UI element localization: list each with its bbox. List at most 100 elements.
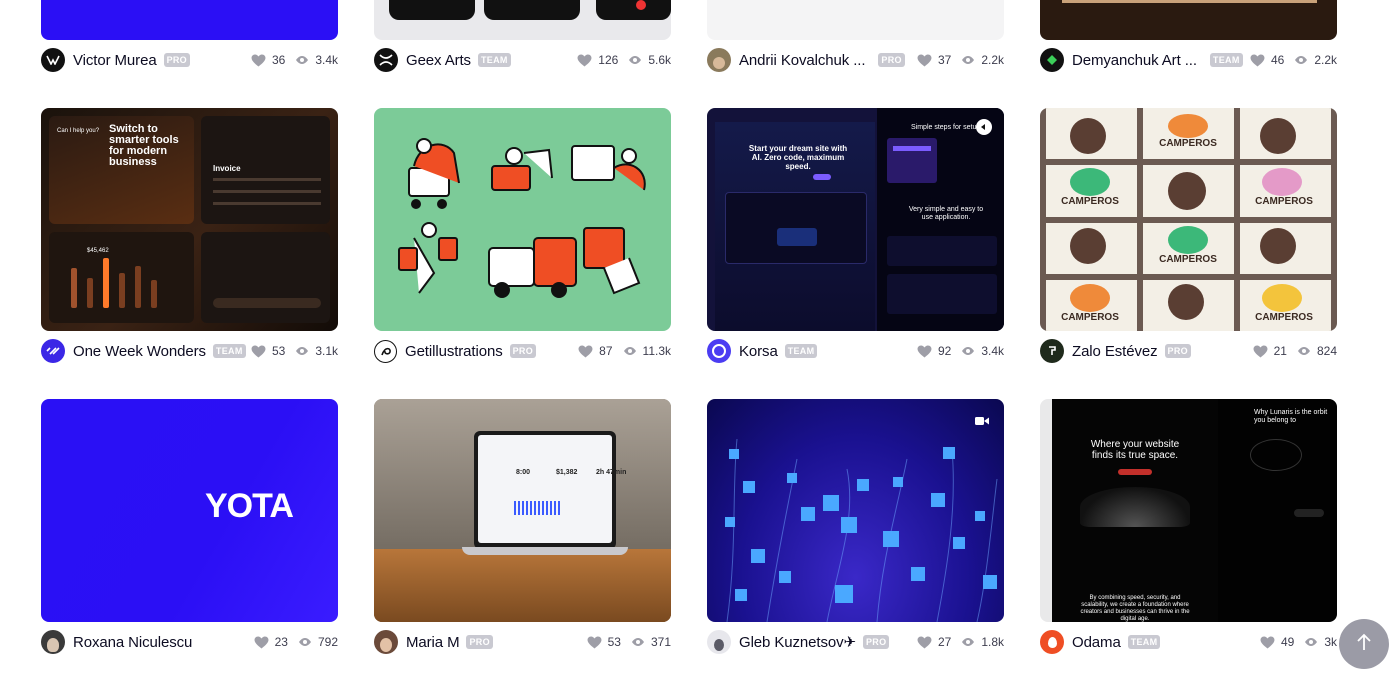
shot-thumbnail[interactable] (374, 108, 671, 331)
author-name[interactable]: Victor Murea (73, 52, 157, 69)
cubes-artwork (725, 438, 998, 622)
laptop-stat: 2h 47min (596, 469, 627, 476)
pro-badge: PRO (163, 53, 190, 67)
avatar[interactable] (41, 48, 65, 72)
scroll-to-top-button[interactable] (1339, 619, 1389, 669)
author-name[interactable]: Roxana Niculescu (73, 634, 192, 651)
view-count: 11.3k (642, 344, 671, 358)
view-count: 2.2k (981, 53, 1004, 67)
eye-icon (961, 346, 975, 356)
shot-meta: Victor Murea PRO 36 3.4k (41, 47, 338, 73)
like-count: 36 (271, 53, 286, 67)
avatar[interactable] (1040, 48, 1064, 72)
shot-thumbnail[interactable]: Start your dream site with AI. Zero code… (707, 108, 1004, 331)
heart-icon[interactable] (1250, 53, 1265, 67)
pro-badge: PRO (466, 635, 493, 649)
shot-meta: Getillustrations PRO 87 11.3k (374, 338, 671, 364)
author-name[interactable]: Getillustrations (405, 343, 503, 360)
lunaris-footer: By combining speed, security, and scalab… (1080, 595, 1190, 622)
camperos-label: CAMPEROS (1061, 196, 1119, 207)
heart-icon[interactable] (1253, 344, 1268, 358)
team-badge: TEAM (1127, 635, 1161, 649)
camperos-label: CAMPEROS (1255, 196, 1313, 207)
eye-icon (295, 346, 309, 356)
lunaris-side-heading: Why Lunaris is the orbit you belong to (1254, 409, 1328, 424)
like-count: 49 (1280, 635, 1295, 649)
eye-icon (631, 637, 645, 647)
like-count: 23 (274, 635, 288, 649)
heart-icon[interactable] (1260, 635, 1275, 649)
pro-badge: PRO (878, 53, 905, 67)
team-badge: TEAM (1209, 53, 1243, 67)
like-count: 87 (599, 344, 613, 358)
heart-icon[interactable] (251, 53, 266, 67)
avatar[interactable] (374, 48, 398, 72)
shot-stats: 27 1.8k (917, 635, 1004, 649)
shot-thumbnail[interactable]: Where your website finds its true space.… (1040, 399, 1337, 622)
camperos-label: CAMPEROS (1255, 312, 1313, 323)
avatar[interactable] (707, 339, 731, 363)
author-name[interactable]: Demyanchuk Art ... (1072, 52, 1197, 69)
like-count: 92 (937, 344, 952, 358)
shot-thumbnail[interactable]: 8:00 $1,382 2h 47min (374, 399, 671, 622)
avatar[interactable] (374, 339, 397, 363)
heart-icon[interactable] (578, 344, 593, 358)
eye-icon (628, 55, 642, 65)
shot-thumbnail[interactable] (707, 399, 1004, 622)
avatar[interactable] (707, 630, 731, 654)
pin-icon[interactable] (976, 119, 992, 135)
delivery-illustrations (398, 138, 646, 298)
team-badge: TEAM (477, 53, 511, 67)
shot-thumbnail[interactable]: CAMPEROS CAMPEROS CAMPEROS CAMPEROS CAMP… (1040, 108, 1337, 331)
like-count: 37 (937, 53, 952, 67)
shot-thumbnail[interactable] (707, 0, 1004, 40)
shot-thumbnail[interactable] (1040, 0, 1337, 40)
shot-meta: Zalo Estévez PRO 21 824 (1040, 338, 1337, 364)
eye-icon (1294, 55, 1308, 65)
heart-icon[interactable] (917, 344, 932, 358)
author-name[interactable]: Korsa (739, 343, 778, 360)
like-count: 46 (1270, 53, 1285, 67)
avatar[interactable] (1040, 339, 1064, 363)
avatar[interactable] (374, 630, 398, 654)
yota-logo: YOTA (205, 487, 294, 525)
shot-stats: 126 5.6k (577, 53, 671, 67)
heart-icon[interactable] (917, 53, 932, 67)
pro-badge: PRO (1164, 344, 1191, 358)
eye-icon (623, 346, 637, 356)
author-name[interactable]: Gleb Kuznetsov✈ (739, 633, 856, 651)
author-name[interactable]: Zalo Estévez (1072, 343, 1158, 360)
eye-icon (961, 55, 975, 65)
camperos-label: CAMPEROS (1061, 312, 1119, 323)
shot-stats: 36 3.4k (251, 53, 338, 67)
avatar[interactable] (1040, 630, 1064, 654)
shot-meta: Roxana Niculescu 23 792 (41, 629, 338, 655)
author-name[interactable]: One Week Wonders (73, 343, 206, 360)
heart-icon[interactable] (587, 635, 602, 649)
avatar[interactable] (41, 630, 65, 654)
avatar[interactable] (41, 339, 65, 363)
team-badge: TEAM (784, 344, 818, 358)
heart-icon[interactable] (917, 635, 932, 649)
shot-thumbnail[interactable]: YOTA (41, 399, 338, 622)
heart-icon[interactable] (577, 53, 592, 67)
author-name[interactable]: Andrii Kovalchuk ... (739, 52, 865, 69)
shot-meta: Odama TEAM 49 3k (1040, 629, 1337, 655)
shot-thumbnail[interactable]: Switch to smarter tools for modern busin… (41, 108, 338, 331)
eye-icon (295, 55, 309, 65)
shot-meta: Gleb Kuznetsov✈ PRO 27 1.8k (707, 629, 1004, 655)
pro-badge: PRO (509, 344, 537, 358)
shot-meta: Andrii Kovalchuk ... PRO 37 2.2k (707, 47, 1004, 73)
camperos-label: CAMPEROS (1159, 138, 1217, 149)
shot-thumbnail[interactable] (374, 0, 671, 40)
author-name[interactable]: Odama (1072, 634, 1121, 651)
author-name[interactable]: Geex Arts (406, 52, 471, 69)
invoice-label: Invoice (213, 164, 241, 173)
avatar[interactable] (707, 48, 731, 72)
shot-thumbnail[interactable] (41, 0, 338, 40)
heart-icon[interactable] (254, 635, 269, 649)
like-count: 53 (271, 344, 286, 358)
heart-icon[interactable] (251, 344, 266, 358)
shot-stats: 87 11.3k (578, 344, 671, 358)
author-name[interactable]: Maria M (406, 634, 459, 651)
